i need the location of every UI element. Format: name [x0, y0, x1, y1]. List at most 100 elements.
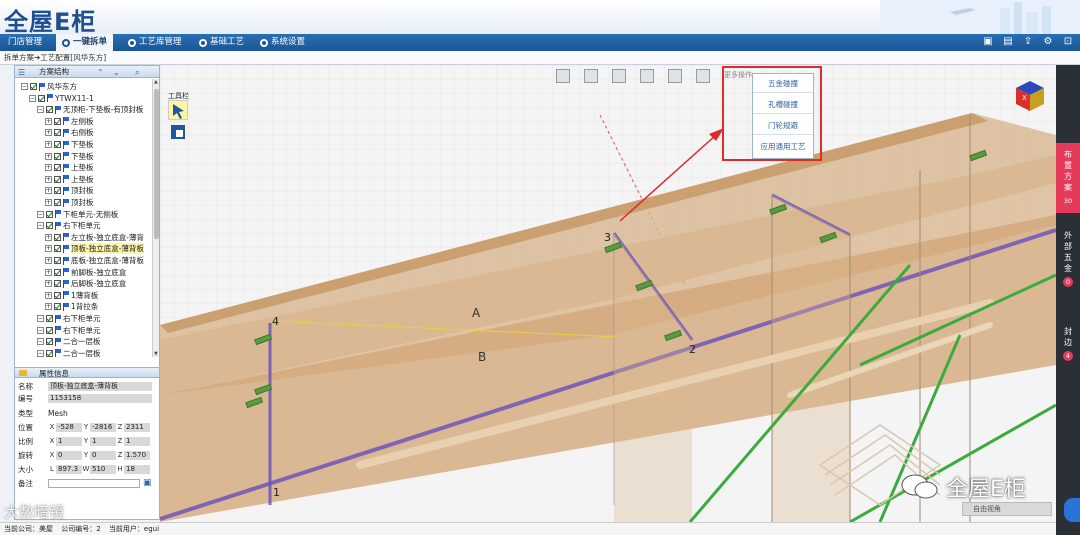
menu-door-avoid[interactable]: 门轮规避: [753, 116, 813, 135]
size-h-input[interactable]: 18: [124, 465, 150, 474]
image-icon[interactable]: ▣: [982, 36, 994, 48]
tree-node[interactable]: − 下柜单元-无侧板: [37, 209, 118, 220]
position-z-input[interactable]: 2311: [124, 423, 150, 432]
tree-node[interactable]: + 下垫板: [45, 151, 94, 162]
expand-toggle-icon[interactable]: −: [37, 338, 44, 346]
expand-toggle-icon[interactable]: +: [45, 245, 52, 253]
view-cube[interactable]: X: [1012, 78, 1048, 114]
size-l-input[interactable]: 897.3: [56, 465, 82, 474]
scale-y-input[interactable]: 1: [90, 437, 116, 446]
expand-toggle-icon[interactable]: −: [37, 222, 44, 230]
rotation-z-input[interactable]: 1.570: [124, 451, 150, 460]
node-checkbox[interactable]: [46, 315, 53, 322]
node-checkbox[interactable]: [46, 326, 53, 334]
select-box-tool-button[interactable]: [170, 124, 186, 140]
expand-toggle-icon[interactable]: +: [45, 175, 52, 183]
toolbar-target-icon[interactable]: [584, 69, 598, 83]
expand-toggle-icon[interactable]: −: [37, 349, 44, 357]
tree-node[interactable]: +1背拉条: [45, 301, 98, 312]
tree-scrollbar[interactable]: ▲ ▼: [152, 79, 159, 357]
tree-node[interactable]: − 无顶柜-下垫板-有顶封板: [37, 104, 143, 115]
menu-hardware-collision[interactable]: 五金碰撞: [753, 74, 813, 93]
node-checkbox[interactable]: [54, 280, 61, 288]
expand-toggle-icon[interactable]: +: [45, 152, 52, 160]
node-checkbox[interactable]: [38, 94, 45, 102]
pointer-tool-button[interactable]: [168, 100, 188, 120]
menu-hole-collision[interactable]: 孔槽碰撞: [753, 95, 813, 114]
expand-all-icon[interactable]: ⌄: [113, 67, 120, 79]
tree-node[interactable]: + 顶封板: [45, 197, 94, 208]
node-checkbox[interactable]: [54, 129, 61, 137]
expand-toggle-icon[interactable]: −: [37, 326, 44, 334]
view-mode-button[interactable]: 自由视角: [962, 502, 1052, 516]
node-checkbox[interactable]: [46, 106, 53, 114]
tree-node[interactable]: + 左侧板: [45, 116, 94, 127]
tree-node[interactable]: + 前脚板-独立底盒: [45, 267, 126, 278]
node-checkbox[interactable]: [54, 257, 61, 264]
tab-one-click-split[interactable]: 一键拆单: [56, 34, 114, 51]
scale-z-input[interactable]: 1: [124, 437, 150, 446]
node-checkbox[interactable]: [54, 141, 61, 148]
tab-craft-library[interactable]: 工艺库管理: [128, 34, 182, 51]
node-checkbox[interactable]: [46, 210, 53, 218]
tab-basic-craft[interactable]: 基础工艺: [199, 34, 244, 51]
prop-name-value[interactable]: 顶板-独立底盒-薄背板: [48, 382, 152, 391]
expand-toggle-icon[interactable]: −: [37, 315, 44, 322]
expand-toggle-icon[interactable]: +: [45, 233, 52, 241]
expand-toggle-icon[interactable]: −: [37, 106, 44, 114]
expand-toggle-icon[interactable]: −: [29, 94, 36, 102]
position-x-input[interactable]: -528: [56, 423, 82, 432]
expand-toggle-icon[interactable]: +: [45, 141, 52, 148]
tree-node[interactable]: − YTWX11-1: [29, 93, 94, 104]
toolbar-view-icon[interactable]: [640, 69, 654, 83]
expand-toggle-icon[interactable]: +: [45, 280, 52, 288]
logout-icon[interactable]: ⊡: [1062, 36, 1074, 48]
node-checkbox[interactable]: [54, 268, 61, 276]
tree-node[interactable]: + 上垫板: [45, 162, 94, 173]
save-icon[interactable]: ▤: [1002, 36, 1014, 48]
tree-node[interactable]: + 下垫板: [45, 139, 94, 150]
node-checkbox[interactable]: [54, 152, 61, 160]
tree-node[interactable]: − 风华东方: [21, 81, 77, 92]
node-checkbox[interactable]: [54, 291, 61, 299]
expand-toggle-icon[interactable]: +: [45, 257, 52, 264]
expand-toggle-icon[interactable]: −: [21, 83, 28, 90]
rotation-x-input[interactable]: 0: [56, 451, 82, 460]
node-checkbox[interactable]: [30, 83, 37, 90]
node-checkbox[interactable]: [54, 187, 61, 195]
expand-toggle-icon[interactable]: +: [45, 303, 52, 311]
tab-store-management[interactable]: 门店管理: [8, 34, 42, 51]
toolbar-layers-icon[interactable]: [612, 69, 626, 83]
3d-viewport[interactable]: A B 1 2 3 4 更多操作 工具栏 五金碰撞 孔槽碰撞 门轮规避 应用通用…: [160, 65, 1056, 522]
node-checkbox[interactable]: [46, 349, 53, 357]
tree-node[interactable]: − 二合一层板: [37, 336, 101, 347]
expand-toggle-icon[interactable]: +: [45, 291, 52, 299]
tree-node[interactable]: − 右下柜单元: [37, 313, 101, 324]
note-input[interactable]: [48, 479, 140, 488]
tree-node[interactable]: + 底板-独立底盒-薄背板: [45, 255, 144, 266]
save-note-icon[interactable]: ▣: [143, 478, 152, 489]
menu-icon[interactable]: ☰: [18, 67, 25, 79]
settings-icon[interactable]: ⚙: [1042, 36, 1054, 48]
node-checkbox[interactable]: [54, 164, 61, 172]
tree-node[interactable]: + 顶板-独立底盒-薄背板: [45, 243, 144, 255]
expand-toggle-icon[interactable]: +: [45, 199, 52, 206]
scroll-thumb[interactable]: [154, 89, 159, 239]
expand-toggle-icon[interactable]: +: [45, 129, 52, 137]
node-checkbox[interactable]: [54, 303, 61, 311]
tree-node[interactable]: + 右侧板: [45, 127, 94, 138]
tab-edge-banding[interactable]: 封边 4: [1056, 326, 1080, 366]
tree-node[interactable]: + 后脚板-独立底盒: [45, 278, 126, 289]
scroll-down-icon[interactable]: ▼: [154, 351, 158, 357]
tree-node[interactable]: +1薄背板: [45, 290, 98, 301]
scroll-up-icon[interactable]: ▲: [154, 79, 158, 85]
scale-x-input[interactable]: 1: [56, 437, 82, 446]
node-checkbox[interactable]: [54, 199, 61, 206]
node-checkbox[interactable]: [54, 245, 61, 253]
node-checkbox[interactable]: [54, 175, 61, 183]
collapse-all-icon[interactable]: ⌃: [97, 67, 104, 79]
expand-toggle-icon[interactable]: +: [45, 187, 52, 195]
tree-node[interactable]: + 左立板-独立底盒-薄背: [45, 232, 144, 243]
tree-node[interactable]: − 右下柜单元: [37, 220, 101, 231]
node-checkbox[interactable]: [46, 222, 53, 230]
